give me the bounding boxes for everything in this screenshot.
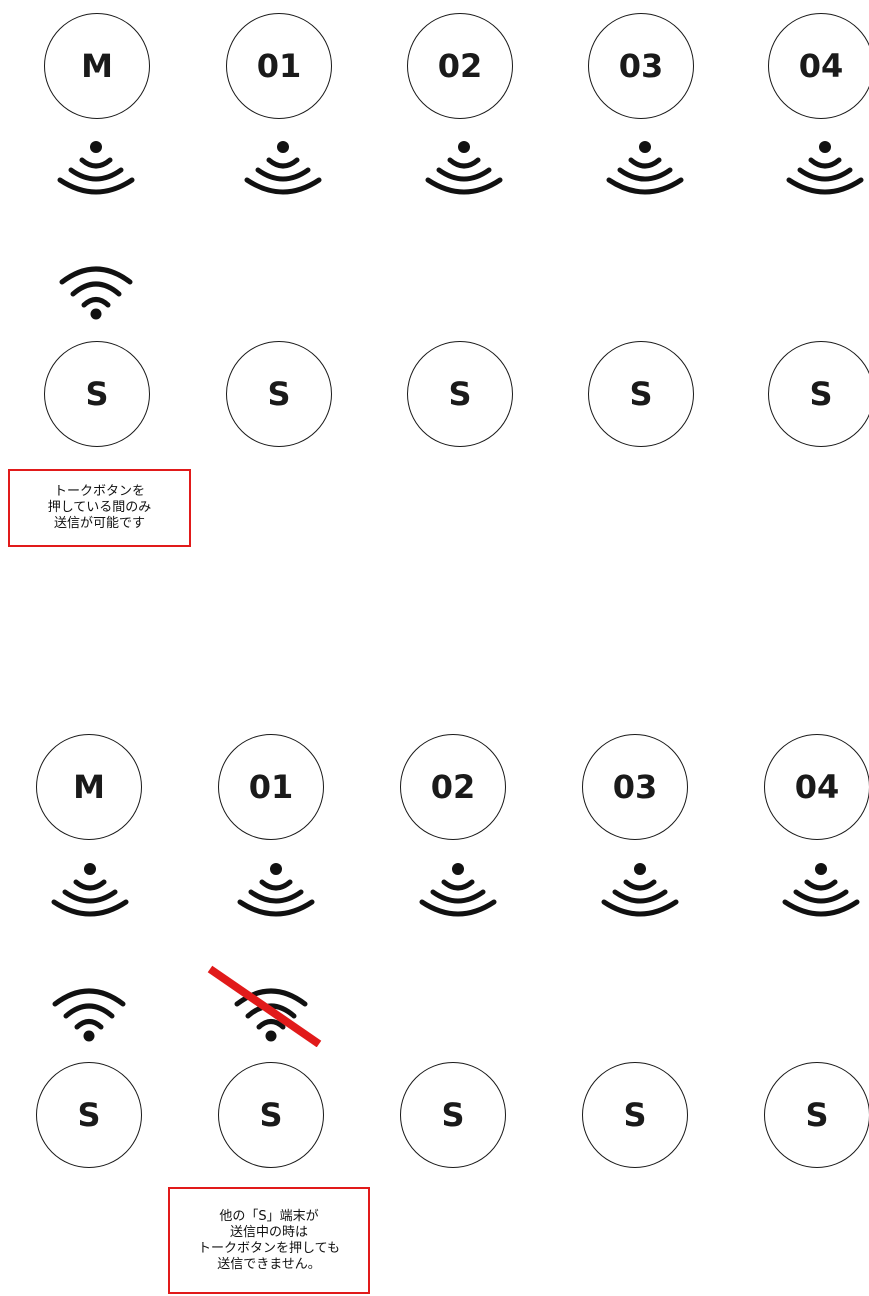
node-slave: S <box>218 1062 324 1168</box>
node-slave: S <box>407 341 513 447</box>
node-master: M <box>44 13 150 119</box>
note-line: トークボタンを <box>53 484 145 499</box>
node-label: S <box>805 1096 829 1134</box>
node-label: S <box>267 375 291 413</box>
receiving-signal-icon <box>51 863 129 917</box>
wifi-blocked-icon <box>207 965 322 1047</box>
node-slave: S <box>36 1062 142 1168</box>
node-master: M <box>36 734 142 840</box>
wifi-sending-icon <box>59 266 133 320</box>
receiving-signal-icon <box>601 863 679 917</box>
node-slave: S <box>44 341 150 447</box>
node-label: 03 <box>618 47 664 85</box>
node-01: 01 <box>218 734 324 840</box>
wifi-sending-icon <box>52 988 126 1042</box>
node-label: S <box>809 375 833 413</box>
node-slave: S <box>226 341 332 447</box>
node-label: S <box>629 375 653 413</box>
node-slave: S <box>764 1062 869 1168</box>
note-line: 送信できません。 <box>217 1256 321 1272</box>
node-label: 02 <box>437 47 483 85</box>
note-line: 送信中の時は <box>229 1224 308 1240</box>
receiving-signal-icon <box>237 863 315 917</box>
receiving-signal-icon <box>782 863 860 917</box>
node-slave: S <box>768 341 869 447</box>
node-03: 03 <box>582 734 688 840</box>
node-04: 04 <box>764 734 869 840</box>
node-02: 02 <box>407 13 513 119</box>
node-label: S <box>259 1096 283 1134</box>
node-label: S <box>441 1096 465 1134</box>
receiving-signal-icon <box>244 141 322 195</box>
node-02: 02 <box>400 734 506 840</box>
node-label: M <box>73 768 105 806</box>
receiving-signal-icon <box>419 863 497 917</box>
node-label: 01 <box>256 47 302 85</box>
node-01: 01 <box>226 13 332 119</box>
blocked-strike-line <box>207 965 322 1047</box>
note-box: 他の「S」端末が 送信中の時は トークボタンを押しても 送信できません。 <box>168 1187 370 1294</box>
receiving-signal-icon <box>425 141 503 195</box>
note-line: トークボタンを押しても <box>198 1240 340 1256</box>
note-line: 送信が可能です <box>53 516 145 531</box>
note-box: トークボタンを 押している間のみ 送信が可能です <box>8 469 191 547</box>
node-label: M <box>81 47 113 85</box>
node-label: 04 <box>794 768 840 806</box>
receiving-signal-icon <box>786 141 864 195</box>
node-label: S <box>77 1096 101 1134</box>
node-label: 01 <box>248 768 294 806</box>
node-label: 02 <box>430 768 476 806</box>
node-03: 03 <box>588 13 694 119</box>
node-slave: S <box>588 341 694 447</box>
receiving-signal-icon <box>606 141 684 195</box>
node-label: 04 <box>798 47 844 85</box>
note-line: 他の「S」端末が <box>219 1208 319 1224</box>
node-slave: S <box>582 1062 688 1168</box>
receiving-signal-icon <box>57 141 135 195</box>
note-line: 押している間のみ <box>47 500 152 515</box>
node-label: S <box>448 375 472 413</box>
node-slave: S <box>400 1062 506 1168</box>
node-label: S <box>85 375 109 413</box>
node-label: S <box>623 1096 647 1134</box>
node-04: 04 <box>768 13 869 119</box>
node-label: 03 <box>612 768 658 806</box>
